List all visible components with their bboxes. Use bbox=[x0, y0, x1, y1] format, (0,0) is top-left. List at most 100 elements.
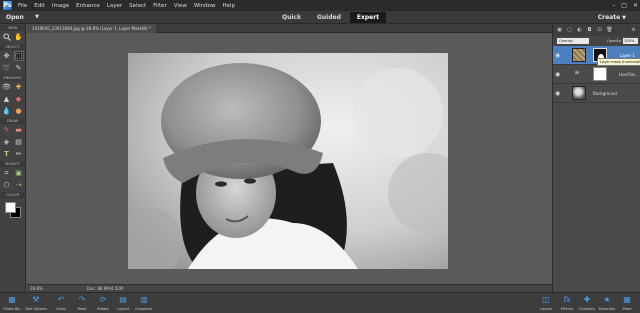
menu-bar: Ps File Edit Image Enhance Layer Select … bbox=[0, 0, 640, 11]
sponge-tool-icon[interactable]: ● bbox=[14, 106, 24, 116]
canvas-photo[interactable] bbox=[128, 53, 448, 269]
menu-enhance[interactable]: Enhance bbox=[76, 3, 100, 9]
adjustment-hue-saturation-icon: ≡ bbox=[574, 69, 580, 76]
tab-expert[interactable]: Expert bbox=[349, 12, 387, 23]
recompose-tool-icon[interactable]: ▣ bbox=[14, 168, 24, 178]
hand-tool-icon[interactable]: ✋ bbox=[14, 32, 24, 42]
document-tab-bar: 1419045_23011694.jpg @ 28.8% (Layer 1, L… bbox=[27, 24, 552, 33]
chevron-down-icon: ▼ bbox=[35, 14, 39, 20]
eye-icon[interactable]: ◉ bbox=[555, 71, 560, 78]
crop-tool-icon[interactable]: ⌗ bbox=[2, 168, 12, 178]
blend-mode-select[interactable]: Overlay bbox=[557, 38, 589, 44]
tooltip: Layer mask thumbnail bbox=[597, 58, 640, 66]
layer-row-hue-saturation[interactable]: ◉ ≡ Hue/Sat... bbox=[553, 65, 640, 84]
eraser-tool-icon[interactable]: ▬ bbox=[14, 125, 24, 135]
undo-icon: ↶ bbox=[57, 295, 65, 304]
lock-icon[interactable]: ⊡ bbox=[596, 27, 603, 34]
foreground-color-swatch[interactable] bbox=[5, 202, 16, 213]
chevron-down-icon: ▼ bbox=[622, 15, 626, 21]
document-status-bar: 28.8% Doc: 88.9M/4.52M bbox=[27, 284, 552, 292]
move-tool-icon[interactable]: ✥ bbox=[2, 51, 12, 61]
eraser-enhance-tool-icon[interactable]: ◆ bbox=[14, 94, 24, 104]
create-button[interactable]: Create ▼ bbox=[598, 12, 626, 24]
layer-options: Overlay Opacity: 100% bbox=[553, 36, 640, 46]
menu-view[interactable]: View bbox=[174, 3, 187, 9]
photo-bin-button[interactable]: ▦ Photo Bin bbox=[0, 295, 24, 311]
marquee-tool-icon[interactable] bbox=[13, 51, 24, 61]
new-layer-icon[interactable]: ▣ bbox=[556, 27, 563, 34]
maximize-button[interactable]: □ bbox=[621, 1, 627, 10]
layers-panel-toolbar: ▣ ▢ ◐ ◘ ⊡ 🗑 ≡ bbox=[553, 24, 640, 36]
open-button[interactable]: Open ▼ bbox=[4, 12, 42, 23]
menu-select[interactable]: Select bbox=[129, 3, 146, 9]
layer-thumbnail[interactable] bbox=[572, 48, 586, 62]
zoom-tool-icon[interactable] bbox=[2, 32, 12, 42]
adjustment-mask-thumbnail[interactable] bbox=[593, 67, 607, 81]
organizer-icon: ▥ bbox=[140, 295, 148, 304]
tab-guided[interactable]: Guided bbox=[310, 12, 348, 23]
section-enhance: ENHANCE bbox=[0, 75, 25, 81]
eye-icon[interactable]: ◉ bbox=[555, 52, 560, 59]
mode-bar: Open ▼ Quick Guided Expert Create ▼ bbox=[0, 11, 640, 24]
tool-options-label: Tool Options bbox=[25, 307, 47, 311]
tab-quick[interactable]: Quick bbox=[275, 12, 308, 23]
layout-icon: ▤ bbox=[119, 295, 127, 304]
open-label: Open bbox=[6, 14, 24, 21]
clone-stamp-tool-icon[interactable]: ▲ bbox=[2, 94, 12, 104]
adjustment-layer-icon[interactable]: ◐ bbox=[576, 27, 583, 34]
tool-options-button[interactable]: ⚒ Tool Options bbox=[24, 295, 48, 311]
document-tab[interactable]: 1419045_23011694.jpg @ 28.8% (Layer 1, L… bbox=[27, 24, 156, 33]
photoshop-elements-window: Ps File Edit Image Enhance Layer Select … bbox=[0, 0, 640, 313]
new-group-icon[interactable]: ▢ bbox=[566, 27, 573, 34]
section-color: COLOR bbox=[0, 192, 25, 198]
lasso-tool-icon[interactable]: ➰ bbox=[2, 63, 12, 73]
layer-row-background[interactable]: ◉ Background bbox=[553, 84, 640, 103]
graphics-icon: ✚ bbox=[583, 295, 591, 304]
gradient-tool-icon[interactable]: ▤ bbox=[14, 137, 24, 147]
color-swatches bbox=[0, 200, 25, 218]
minimize-button[interactable]: – bbox=[612, 1, 615, 10]
pencil-tool-icon[interactable]: ✏ bbox=[14, 149, 24, 159]
layers-panel: ▣ ▢ ◐ ◘ ⊡ 🗑 ≡ Overlay Opacity: 100% ◉ La… bbox=[552, 24, 640, 292]
more-icon: ▦ bbox=[623, 295, 631, 304]
quick-selection-tool-icon[interactable]: ✎ bbox=[14, 63, 24, 73]
brush-tool-icon[interactable]: ✎ bbox=[2, 125, 12, 135]
organizer-label: Organizer bbox=[135, 307, 153, 311]
photo-bin-label: Photo Bin bbox=[3, 307, 21, 311]
layer-thumbnail[interactable] bbox=[572, 86, 586, 100]
delete-layer-icon[interactable]: 🗑 bbox=[606, 27, 613, 34]
opacity-label: Opacity: bbox=[607, 39, 622, 43]
menu-window[interactable]: Window bbox=[194, 3, 216, 9]
tools-panel: VIEW ✋ SELECT ✥ ➰ ✎ ENHANCE 👁 ✚ ▲ ◆ 💧 ● … bbox=[0, 24, 26, 292]
favorites-icon: ★ bbox=[603, 295, 611, 304]
red-eye-tool-icon[interactable]: 👁 bbox=[2, 82, 12, 92]
menu-file[interactable]: File bbox=[18, 3, 27, 9]
straighten-tool-icon[interactable]: ⇢ bbox=[14, 180, 24, 190]
more-label: More bbox=[622, 307, 632, 311]
eye-icon[interactable]: ◉ bbox=[555, 90, 560, 97]
layer-name: Hue/Sat... bbox=[619, 72, 639, 77]
menu-image[interactable]: Image bbox=[52, 3, 69, 9]
menu-layer[interactable]: Layer bbox=[107, 3, 122, 9]
panel-menu-icon[interactable]: ≡ bbox=[630, 27, 637, 34]
menu-help[interactable]: Help bbox=[223, 3, 236, 9]
add-mask-icon[interactable]: ◘ bbox=[586, 27, 593, 34]
more-button[interactable]: ▦ More bbox=[615, 295, 639, 311]
blur-tool-icon[interactable]: 💧 bbox=[2, 106, 12, 116]
rotate-icon: ⟳ bbox=[99, 295, 107, 304]
menu-filter[interactable]: Filter bbox=[153, 3, 167, 9]
layers-icon: ◫ bbox=[542, 295, 550, 304]
layer-name: Background bbox=[593, 91, 617, 96]
spot-healing-tool-icon[interactable]: ✚ bbox=[14, 82, 24, 92]
tool-options-icon: ⚒ bbox=[32, 295, 40, 304]
paint-bucket-tool-icon[interactable]: ◈ bbox=[2, 137, 12, 147]
app-logo: Ps bbox=[3, 1, 12, 10]
effects-icon: fx bbox=[563, 295, 571, 304]
opacity-input[interactable]: 100% bbox=[623, 38, 638, 44]
create-label: Create bbox=[597, 14, 621, 21]
content-aware-move-tool-icon[interactable]: ⬡ bbox=[2, 180, 12, 190]
text-tool-icon[interactable]: T bbox=[2, 149, 12, 159]
menu-edit[interactable]: Edit bbox=[34, 3, 45, 9]
organizer-button[interactable]: ▥ Organizer bbox=[132, 295, 156, 311]
close-button[interactable]: ✕ bbox=[633, 1, 638, 10]
